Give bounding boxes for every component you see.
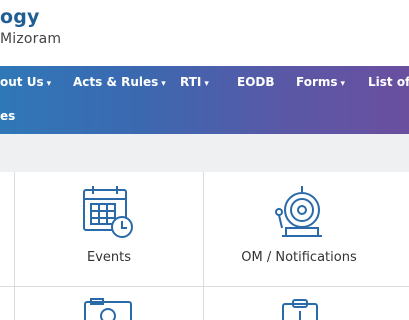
nav-item-label: List of F <box>368 75 409 89</box>
tile-label: Events <box>86 250 131 265</box>
nav-item-acts-rules[interactable]: Acts & Rules ▾ <box>73 75 166 89</box>
alarm-bell-icon <box>275 186 322 237</box>
nav-item-list-of[interactable]: List of F <box>368 75 409 89</box>
nav-item-label: EODB <box>237 75 275 89</box>
tile-label: OM / Notifications <box>241 250 357 265</box>
tile-om-notifications[interactable]: OM / Notifications <box>204 172 409 286</box>
camera-icon <box>84 298 132 320</box>
site-subtitle: Mizoram <box>0 31 62 47</box>
nav-item-about-us[interactable]: out Us ▾ <box>0 75 51 89</box>
nav-item-label: out Us <box>0 75 44 89</box>
nav-item-rti[interactable]: RTI ▾ <box>180 75 209 89</box>
grid-divider <box>0 286 409 287</box>
site-title[interactable]: ogy <box>0 6 40 28</box>
calendar-icon <box>83 186 133 238</box>
main-navbar: out Us ▾ Acts & Rules ▾ RTI ▾ EODB Forms ▾ L… <box>0 66 409 134</box>
chevron-down-icon: ▾ <box>161 79 166 89</box>
nav-item-label: Acts & Rules <box>73 75 159 89</box>
clipboard-icon <box>282 299 318 320</box>
chevron-down-icon: ▾ <box>204 79 209 89</box>
nav-item-label: Forms <box>296 75 338 89</box>
quick-links-grid: Events OM / Notifications <box>0 172 409 320</box>
chevron-down-icon: ▾ <box>46 79 52 89</box>
chevron-down-icon: ▾ <box>340 79 346 89</box>
nav-item-row2[interactable]: es <box>0 109 15 123</box>
site-header: ogy Mizoram <box>0 0 409 66</box>
tile-events[interactable]: Events <box>15 172 203 286</box>
nav-item-eodb[interactable]: EODB <box>237 75 275 89</box>
nav-item-forms[interactable]: Forms ▾ <box>296 75 345 89</box>
breadcrumb-strip <box>0 134 409 172</box>
nav-item-label: RTI <box>180 75 202 89</box>
